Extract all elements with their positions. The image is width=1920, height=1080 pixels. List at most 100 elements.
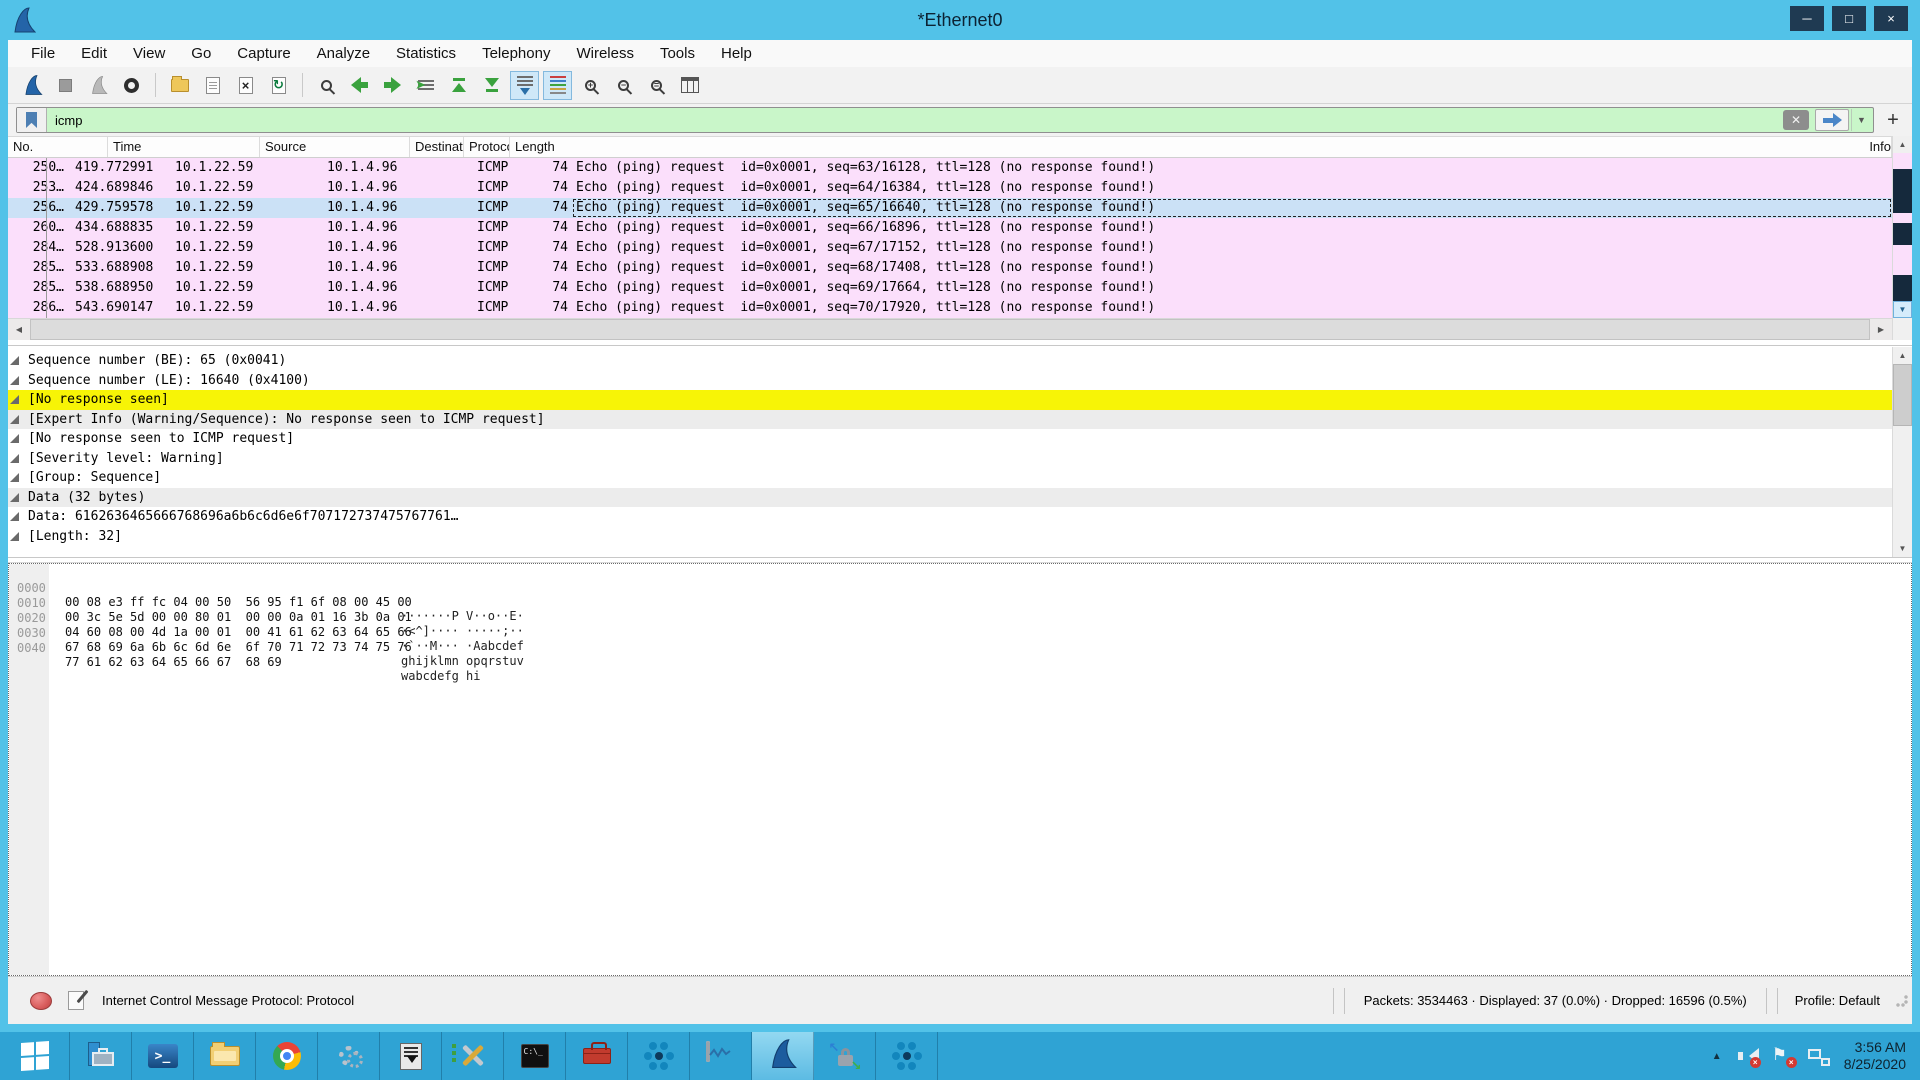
menu-item[interactable]: File <box>18 40 68 67</box>
column-header[interactable]: Protocol <box>464 137 510 157</box>
filter-clear-icon[interactable]: ✕ <box>1783 110 1809 130</box>
expander-icon[interactable] <box>10 532 19 541</box>
packet-row[interactable]: 285… 538.688950 10.1.22.59 10.1.4.96 ICM… <box>8 278 1892 298</box>
expander-icon[interactable] <box>10 454 19 463</box>
save-file-icon[interactable] <box>198 71 227 100</box>
filter-apply-icon[interactable] <box>1815 109 1849 131</box>
reload-file-icon[interactable]: ↻ <box>264 71 293 100</box>
detail-tree-row[interactable]: Data (32 bytes) <box>8 488 1892 508</box>
hscroll-thumb[interactable] <box>30 319 1870 340</box>
column-header[interactable]: Source <box>260 137 410 157</box>
start-button[interactable] <box>0 1032 70 1080</box>
minimize-button[interactable]: ─ <box>1790 6 1824 31</box>
expander-icon[interactable] <box>10 493 19 502</box>
expander-icon[interactable] <box>10 415 19 424</box>
column-header[interactable]: Length <box>510 137 1864 157</box>
menu-item[interactable]: Tools <box>647 40 708 67</box>
scroll-down-icon[interactable]: ▼ <box>1893 301 1912 318</box>
detail-tree-row[interactable]: [Severity level: Warning] <box>8 449 1892 469</box>
network-icon[interactable] <box>1808 1046 1830 1066</box>
scroll-up-icon[interactable]: ▲ <box>1893 347 1912 364</box>
packet-list-scrollbar[interactable]: ▲ ▼ <box>1892 136 1912 340</box>
filter-dropdown-icon[interactable]: ▼ <box>1851 109 1871 131</box>
open-file-icon[interactable] <box>165 71 194 100</box>
menu-item[interactable]: Statistics <box>383 40 469 67</box>
packet-row[interactable]: 285… 533.688908 10.1.22.59 10.1.4.96 ICM… <box>8 258 1892 278</box>
taskbar-file-explorer[interactable] <box>194 1032 256 1080</box>
hidden-icons-chevron[interactable]: ▲ <box>1712 1051 1722 1062</box>
close-button[interactable]: × <box>1874 6 1908 31</box>
taskbar-installer[interactable] <box>380 1032 442 1080</box>
close-file-icon[interactable]: × <box>231 71 260 100</box>
column-header[interactable]: No. <box>8 137 108 157</box>
packet-bytes-pane[interactable]: 0000 00 08 e3 ff fc 04 00 50 56 95 f1 6f… <box>8 563 1912 976</box>
scroll-up-icon[interactable]: ▲ <box>1893 136 1912 153</box>
stop-capture-icon[interactable] <box>51 71 80 100</box>
taskbar-blue-dots-app[interactable] <box>628 1032 690 1080</box>
packet-row[interactable]: 256… 429.759578 10.1.22.59 10.1.4.96 ICM… <box>8 198 1892 218</box>
scroll-left-icon[interactable]: ◀ <box>8 319 30 340</box>
find-packet-icon[interactable] <box>312 71 341 100</box>
menu-item[interactable]: Go <box>178 40 224 67</box>
detail-tree-row[interactable]: Data: 6162636465666768696a6b6c6d6e6f7071… <box>8 507 1892 527</box>
filter-add-button[interactable]: + <box>1880 107 1906 133</box>
column-header[interactable]: Info <box>1864 137 1892 157</box>
packet-row[interactable]: 260… 434.688835 10.1.22.59 10.1.4.96 ICM… <box>8 218 1892 238</box>
expander-icon[interactable] <box>10 512 19 521</box>
filter-bookmark-icon[interactable] <box>17 108 47 132</box>
scroll-down-icon[interactable]: ▼ <box>1893 540 1912 557</box>
capture-comment-icon[interactable] <box>68 991 84 1010</box>
display-filter-input[interactable] <box>47 108 1783 132</box>
pane-splitter[interactable] <box>8 340 1912 346</box>
zoom-reset-icon[interactable]: = <box>642 71 671 100</box>
packet-row[interactable]: 286… 543.690147 10.1.22.59 10.1.4.96 ICM… <box>8 298 1892 318</box>
display-filter-field[interactable]: ✕ ▼ <box>16 107 1874 133</box>
menu-item[interactable]: Help <box>708 40 765 67</box>
go-last-packet-icon[interactable] <box>477 71 506 100</box>
resize-grip[interactable] <box>1896 995 1908 1007</box>
taskbar-performance-monitor[interactable] <box>690 1032 752 1080</box>
expander-icon[interactable] <box>10 395 19 404</box>
go-first-packet-icon[interactable] <box>444 71 473 100</box>
capture-options-icon[interactable] <box>117 71 146 100</box>
profile-text[interactable]: Profile: Default <box>1783 993 1896 1008</box>
taskbar-settings[interactable] <box>318 1032 380 1080</box>
taskbar-admin-tools[interactable] <box>442 1032 504 1080</box>
detail-tree-row[interactable]: [Group: Sequence] <box>8 468 1892 488</box>
hex-line[interactable]: 0030 67 68 69 6a 6b 6c 6d 6e 6f 70 71 72… <box>9 612 1911 627</box>
packet-row[interactable]: 284… 528.913600 10.1.22.59 10.1.4.96 ICM… <box>8 238 1892 258</box>
taskbar-wireshark[interactable] <box>752 1032 814 1080</box>
menu-item[interactable]: Capture <box>224 40 303 67</box>
expander-icon[interactable] <box>10 376 19 385</box>
hex-line[interactable]: 0040 77 61 62 63 64 65 66 67 68 69 wabcd… <box>9 627 1911 642</box>
hex-line[interactable]: 0000 00 08 e3 ff fc 04 00 50 56 95 f1 6f… <box>9 567 1911 582</box>
column-header[interactable]: Time <box>108 137 260 157</box>
detail-tree-row[interactable]: Sequence number (BE): 65 (0x0041) <box>8 351 1892 371</box>
detail-tree-row[interactable]: [Expert Info (Warning/Sequence): No resp… <box>8 410 1892 430</box>
detail-tree-row[interactable]: Sequence number (LE): 16640 (0x4100) <box>8 371 1892 391</box>
go-to-packet-icon[interactable]: ➤ <box>411 71 440 100</box>
detail-tree-row[interactable]: [Length: 32] <box>8 527 1892 547</box>
taskbar-lock-sync[interactable]: ↖↘ <box>814 1032 876 1080</box>
auto-scroll-toggle[interactable] <box>510 71 539 100</box>
resize-columns-icon[interactable] <box>675 71 704 100</box>
expander-icon[interactable] <box>10 434 19 443</box>
detail-scrollbar[interactable]: ▲ ▼ <box>1892 347 1912 557</box>
action-center-flag-icon[interactable]: ⚑× <box>1772 1046 1794 1066</box>
volume-muted-icon[interactable]: × <box>1736 1046 1758 1066</box>
hex-line[interactable]: 0010 00 3c 5e 5d 00 00 80 01 00 00 0a 01… <box>9 582 1911 597</box>
maximize-button[interactable]: □ <box>1832 6 1866 31</box>
taskbar-clock[interactable]: 3:56 AM 8/25/2020 <box>1844 1039 1906 1073</box>
taskbar-powershell[interactable]: >_ <box>132 1032 194 1080</box>
menu-item[interactable]: View <box>120 40 178 67</box>
taskbar-blue-dots-app-2[interactable] <box>876 1032 938 1080</box>
taskbar-server-manager[interactable] <box>70 1032 132 1080</box>
taskbar-command-prompt[interactable]: C:\_ <box>504 1032 566 1080</box>
zoom-out-icon[interactable]: − <box>609 71 638 100</box>
expander-icon[interactable] <box>10 473 19 482</box>
menu-item[interactable]: Wireless <box>563 40 647 67</box>
column-header[interactable]: Destination <box>410 137 464 157</box>
detail-scroll-thumb[interactable] <box>1893 364 1912 426</box>
taskbar-red-toolbox[interactable] <box>566 1032 628 1080</box>
packet-row[interactable]: 253… 424.689846 10.1.22.59 10.1.4.96 ICM… <box>8 178 1892 198</box>
